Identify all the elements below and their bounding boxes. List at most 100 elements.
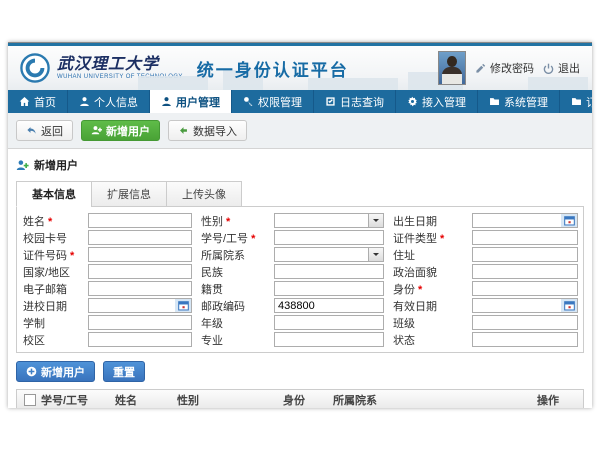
back-arrow-icon [26,125,37,136]
logout-link[interactable]: 退出 [543,60,580,76]
table-header-cell: 性别 [177,392,283,408]
tab-extended-info[interactable]: 扩展信息 [91,181,166,207]
dropdown-button-department[interactable] [368,248,383,261]
field-label-country-region: 国家/地区 [23,264,79,280]
table-header-cell: 姓名 [115,392,177,408]
nav-item-log-query[interactable]: 日志查询 [314,90,396,113]
field-input-address[interactable] [472,247,578,262]
home-icon [19,96,30,107]
user-table: 学号/工号姓名性别身份所属院系操作 [16,389,584,408]
field-input-identity[interactable] [472,281,578,296]
nav-item-label: 用户管理 [176,94,220,110]
data-import-button[interactable]: 数据导入 [168,120,247,141]
dropdown-button-gender[interactable] [368,214,383,227]
field-input-student-no[interactable] [274,230,384,245]
key-icon [243,96,254,107]
field-input-ethnicity[interactable] [274,264,384,279]
reset-button[interactable]: 重置 [103,361,145,382]
folder-icon [489,96,500,107]
tab-upload-avatar[interactable]: 上传头像 [166,181,242,207]
field-input-email[interactable] [88,281,192,296]
nav-item-label: 接入管理 [422,94,466,110]
field-label-id-number: 证件号码* [23,247,79,263]
nav-item-system-management[interactable]: 系统管理 [478,90,560,113]
field-label-major: 专业 [201,332,265,348]
datepicker-button-enrollment-date[interactable] [175,299,191,312]
field-label-grade: 年级 [201,315,265,331]
header-right: 修改密码 退出 [438,51,592,85]
field-input-political-status[interactable] [472,264,578,279]
field-select-department [274,247,384,262]
field-input-department[interactable] [275,248,383,261]
field-input-native-place[interactable] [274,281,384,296]
nav-item-access-management[interactable]: 接入管理 [396,90,478,113]
nav-item-subscription-management[interactable]: 订阅管理 [560,90,592,113]
section-title-row: 新增用户 [14,149,586,181]
form-actions: 新增用户 重置 [14,353,586,389]
field-input-class[interactable] [472,315,578,330]
field-label-status: 状态 [393,332,463,348]
field-input-id-type[interactable] [472,230,578,245]
back-button[interactable]: 返回 [16,120,73,141]
field-label-postal-code: 邮政编码 [201,298,265,314]
nav-item-personal-info[interactable]: 个人信息 [68,90,150,113]
school-name: 武汉理工大学 [57,56,183,72]
user-icon [161,96,172,107]
field-label-address: 住址 [393,247,463,263]
field-input-postal-code[interactable] [274,298,384,313]
user-form: 姓名*性别*出生日期校园卡号学号/工号*证件类型*证件号码*所属院系住址国家/地… [23,212,575,348]
field-select-gender [274,213,384,228]
power-icon [543,63,554,74]
nav-item-user-management[interactable]: 用户管理 [150,90,232,113]
table-header-cell: 所属院系 [333,392,537,408]
field-input-campus[interactable] [88,332,192,347]
field-input-status[interactable] [472,332,578,347]
app-window: 武汉理工大学 WUHAN UNIVERSITY OF TECHNOLOGY 统一… [8,42,592,408]
reset-label: 重置 [113,364,135,380]
change-password-link[interactable]: 修改密码 [475,60,534,76]
datepicker-button-valid-date[interactable] [561,299,577,312]
user-avatar[interactable] [438,51,466,85]
required-marker: * [418,284,422,296]
field-input-id-number[interactable] [88,247,192,262]
field-label-valid-date: 有效日期 [393,298,463,314]
required-marker: * [226,216,230,228]
nav-item-home[interactable]: 首页 [8,90,68,113]
field-label-identity: 身份* [393,281,463,297]
toolbar: 返回 新增用户 数据导入 [8,113,592,148]
calendar-icon [564,300,575,311]
add-user-toolbar-label: 新增用户 [106,123,150,139]
field-input-major[interactable] [274,332,384,347]
plus-circle-icon [26,366,37,377]
field-label-full-name: 姓名* [23,213,79,229]
user-plus-icon [91,125,102,136]
field-input-gender[interactable] [275,214,383,227]
field-label-political-status: 政治面貌 [393,264,463,280]
user-table-header: 学号/工号姓名性别身份所属院系操作 [17,390,583,408]
tab-basic-info[interactable]: 基本信息 [16,181,91,207]
platform-title: 统一身份认证平台 [197,56,349,81]
field-date-valid-date [472,298,578,313]
user-icon [79,96,90,107]
add-user-toolbar-button[interactable]: 新增用户 [81,120,160,141]
field-label-email: 电子邮箱 [23,281,79,297]
select-all-checkbox[interactable] [24,394,36,406]
submit-add-user-button[interactable]: 新增用户 [16,361,95,382]
main-nav: 首页个人信息 用户管理权限管理日志查询 接入管理系统管理 订阅管理 [8,90,592,113]
field-input-education-length[interactable] [88,315,192,330]
field-label-campus: 校区 [23,332,79,348]
calendar-icon [178,300,189,311]
required-marker: * [440,233,444,245]
field-input-country-region[interactable] [88,264,192,279]
basic-info-panel: 姓名*性别*出生日期校园卡号学号/工号*证件类型*证件号码*所属院系住址国家/地… [16,206,584,353]
field-input-grade[interactable] [274,315,384,330]
field-date-birth-date [472,213,578,228]
table-header-cell: 学号/工号 [41,392,115,408]
field-input-full-name[interactable] [88,213,192,228]
folder-icon [571,96,582,107]
field-label-native-place: 籍贯 [201,281,265,297]
datepicker-button-birth-date[interactable] [561,214,577,227]
nav-item-label: 订阅管理 [586,94,592,110]
field-input-campus-card-no[interactable] [88,230,192,245]
nav-item-permission-management[interactable]: 权限管理 [232,90,314,113]
